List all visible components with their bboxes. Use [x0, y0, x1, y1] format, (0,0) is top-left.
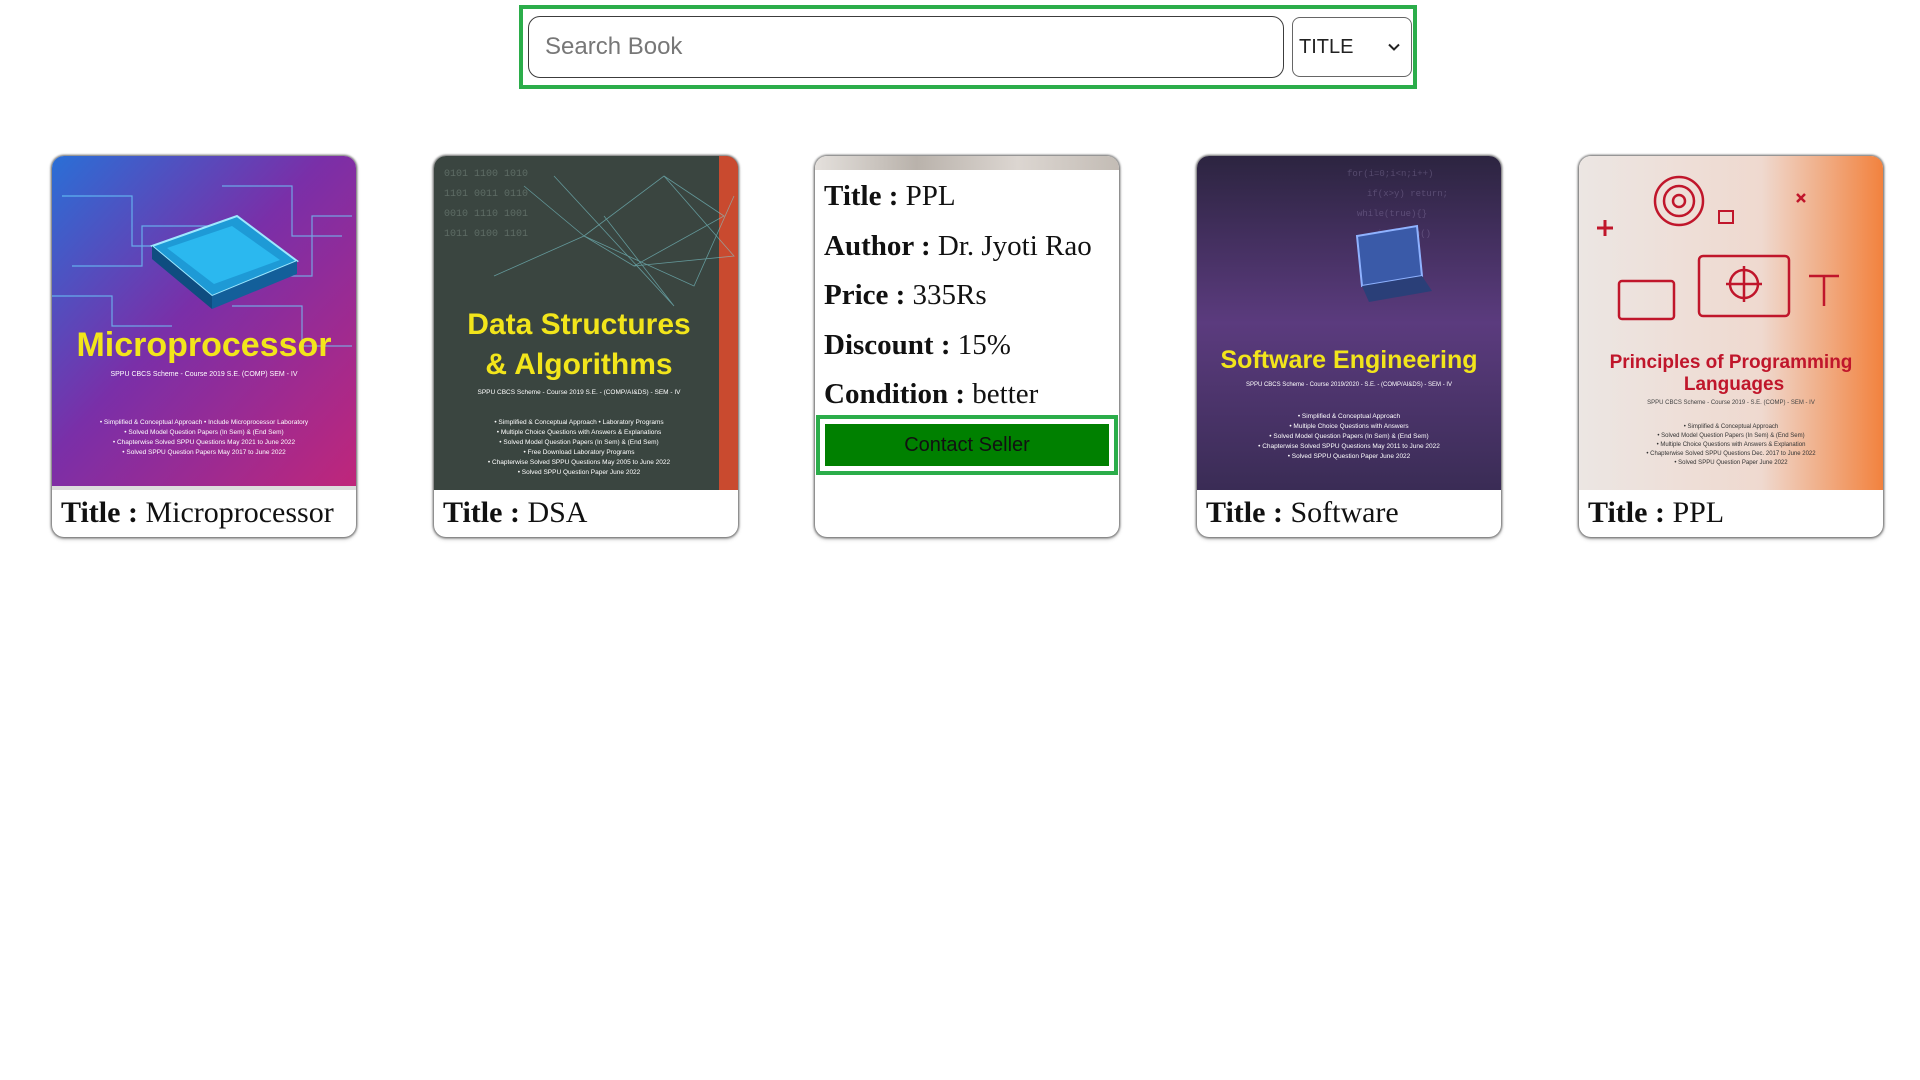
cover-title-text: Principles of Programming [1610, 352, 1853, 373]
detail-author: Author : Dr. Jyoti Rao [824, 230, 1092, 262]
svg-text:• Simplified & Conceptual Appr: • Simplified & Conceptual Approach [1298, 413, 1401, 420]
book-cover-image: 0101 1100 1010 1101 0011 0110 0010 1110 1… [434, 156, 738, 490]
svg-text:• Solved Model Question Papers: • Solved Model Question Papers (In Sem) … [124, 429, 283, 436]
svg-text:0010 1110 1001: 0010 1110 1001 [444, 209, 528, 220]
svg-text:• Solved SPPU Question Paper J: • Solved SPPU Question Paper June 2022 [518, 469, 641, 476]
svg-text:• Solved Model Question Papers: • Solved Model Question Papers (In Sem) … [499, 439, 658, 446]
svg-text:• Simplified & Conceptual Appr: • Simplified & Conceptual Approach • Inc… [100, 419, 309, 426]
svg-text:• Solved Model Question Papers: • Solved Model Question Papers (In Sem) … [1657, 433, 1804, 439]
cover-title-text: Microprocessor [76, 326, 331, 364]
book-title: Title : DSA [443, 496, 588, 529]
svg-text:• Chapterwise Solved SPPU Ques: • Chapterwise Solved SPPU Questions Dec.… [1646, 451, 1816, 457]
detail-condition: Condition : better [824, 378, 1039, 410]
svg-text:1101 0011 0110: 1101 0011 0110 [444, 189, 528, 200]
svg-text:for(i=0;i<n;i++): for(i=0;i<n;i++) [1347, 169, 1433, 179]
book-cover-image: Principles of Programming Languages SPPU… [1579, 156, 1883, 490]
svg-text:• Solved SPPU Question Paper J: • Solved SPPU Question Paper June 2022 [1288, 453, 1411, 460]
svg-text:• Solved SPPU Question Paper J: • Solved SPPU Question Paper June 2022 [1674, 460, 1788, 466]
svg-text:• Chapterwise Solved SPPU Ques: • Chapterwise Solved SPPU Questions May … [113, 439, 296, 446]
svg-text:• Multiple Choice Questions wi: • Multiple Choice Questions with Answers [1289, 423, 1409, 430]
svg-text:while(true){}: while(true){} [1357, 209, 1427, 219]
svg-text:• Solved Model Question Papers: • Solved Model Question Papers (In Sem) … [1269, 433, 1428, 440]
svg-text:SPPU CBCS Scheme - Course 2019: SPPU CBCS Scheme - Course 2019 S.E. - (C… [478, 389, 682, 396]
svg-text:SPPU CBCS Scheme - Course 2019: SPPU CBCS Scheme - Course 2019/2020 - S.… [1246, 382, 1452, 388]
book-title: Title : Software [1206, 496, 1399, 529]
svg-text:1011 0100 1101: 1011 0100 1101 [444, 229, 528, 240]
search-filter-select[interactable]: TITLE [1292, 17, 1412, 77]
svg-text:0101 1100 1010: 0101 1100 1010 [444, 169, 528, 180]
svg-text:if(x>y) return;: if(x>y) return; [1367, 189, 1448, 199]
book-cover-image: for(i=0;i<n;i++) if(x>y) return; while(tr… [1197, 156, 1501, 490]
detail-title: Title : PPL [824, 180, 956, 212]
card-image-strip [815, 156, 1119, 170]
book-title: Title : PPL [1588, 496, 1725, 529]
search-filter-value: TITLE [1299, 35, 1354, 58]
svg-text:& Algorithms: & Algorithms [485, 348, 672, 381]
book-card-detail[interactable]: Title : PPL Author : Dr. Jyoti Rao Price… [815, 156, 1119, 537]
svg-text:SPPU CBCS Scheme - Course 2019: SPPU CBCS Scheme - Course 2019 - S.E. (C… [1647, 400, 1815, 406]
cover-title-text: Software Engineering [1221, 346, 1478, 374]
svg-text:• Chapterwise Solved SPPU Ques: • Chapterwise Solved SPPU Questions May … [488, 459, 671, 466]
detail-price: Price : 335Rs [824, 279, 987, 311]
book-card-ppl[interactable]: Principles of Programming Languages SPPU… [1579, 156, 1883, 537]
book-card-dsa[interactable]: 0101 1100 1010 1101 0011 0110 0010 1110 1… [434, 156, 738, 537]
book-cover-image: Microprocessor SPPU CBCS Scheme - Course… [52, 156, 356, 490]
search-bar: TITLE [519, 5, 1417, 89]
svg-text:Languages: Languages [1684, 374, 1784, 395]
contact-seller-wrapper: Contact Seller [816, 415, 1118, 475]
book-card-software[interactable]: for(i=0;i<n;i++) if(x>y) return; while(tr… [1197, 156, 1501, 537]
svg-text:SPPU CBCS Scheme - Course 2019: SPPU CBCS Scheme - Course 2019 S.E. (COM… [110, 371, 297, 378]
svg-text:• Chapterwise Solved SPPU Ques: • Chapterwise Solved SPPU Questions May … [1258, 443, 1440, 450]
svg-text:• Multiple Choice Questions wi: • Multiple Choice Questions with Answers… [497, 429, 662, 436]
svg-text:• Simplified & Conceptual Appr: • Simplified & Conceptual Approach • Lab… [494, 419, 664, 426]
book-card-microprocessor[interactable]: Microprocessor SPPU CBCS Scheme - Course… [52, 156, 356, 537]
cover-title-text: Data Structures [467, 308, 690, 341]
detail-discount: Discount : 15% [824, 329, 1011, 361]
svg-text:• Free Download Laboratory Pro: • Free Download Laboratory Programs [523, 449, 635, 456]
chevron-down-icon [1388, 43, 1400, 51]
book-title: Title : Microprocessor [61, 496, 334, 529]
svg-text:• Solved SPPU Question Papers: • Solved SPPU Question Papers May 2017 t… [122, 449, 286, 456]
svg-text:• Multiple Choice Questions wi: • Multiple Choice Questions with Answers… [1657, 442, 1806, 448]
search-input[interactable] [528, 16, 1284, 78]
contact-seller-button[interactable]: Contact Seller [825, 424, 1109, 466]
svg-text:• Simplified & Conceptual Appr: • Simplified & Conceptual Approach [1684, 424, 1779, 430]
